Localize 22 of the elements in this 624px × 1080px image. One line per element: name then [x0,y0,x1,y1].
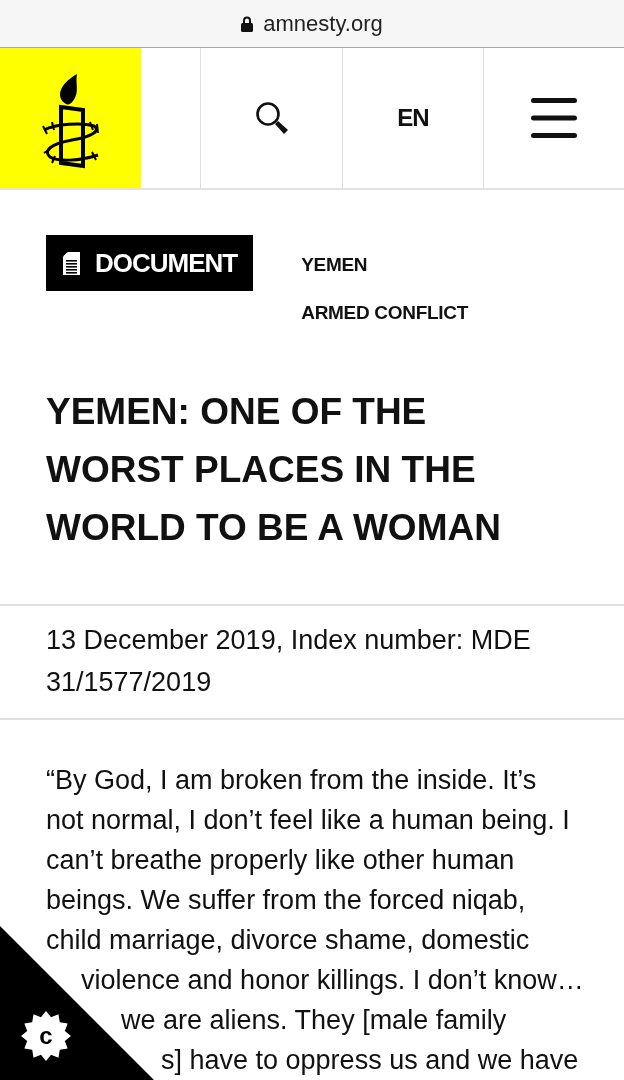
quote-line: “By God, I am broken from the inside. It’s [46,765,537,795]
menu-icon [531,98,577,138]
topic-link[interactable]: ARMED CONFLICT [301,289,468,337]
corner-badge-button[interactable]: c [21,1011,71,1061]
quote-line: s] have to oppress us and we have [161,1045,579,1075]
quote-line: not normal, I don’t feel like a human being. I [46,805,570,835]
lock-icon [241,15,254,32]
url-text: amnesty.org [263,10,383,37]
quote-line: beings. We suffer from the forced niqab, [46,885,526,915]
content-type-label: DOCUMENT [95,247,238,279]
candle-logo-icon [39,73,102,169]
address-bar[interactable]: amnesty.org [0,0,624,48]
quote-line: we are aliens. They [male family [121,1005,507,1035]
search-icon [254,101,289,135]
document-meta: 13 December 2019, Index number: MDE 31/1577/2019 [46,624,532,699]
quote-line: child marriage, divorce shame, domestic [46,925,530,955]
quote-line: violence and honor killings. I don’t know… [81,965,584,995]
document-icon [63,251,80,275]
logo-link[interactable] [0,48,141,188]
quote-line: can’t breathe properly like other human [46,845,515,875]
topic-link[interactable]: YEMEN [301,241,368,289]
article-title: YEMEN: ONE OF THE WORST PLACES IN THE WORLD TO BE A WOMAN [46,390,502,550]
